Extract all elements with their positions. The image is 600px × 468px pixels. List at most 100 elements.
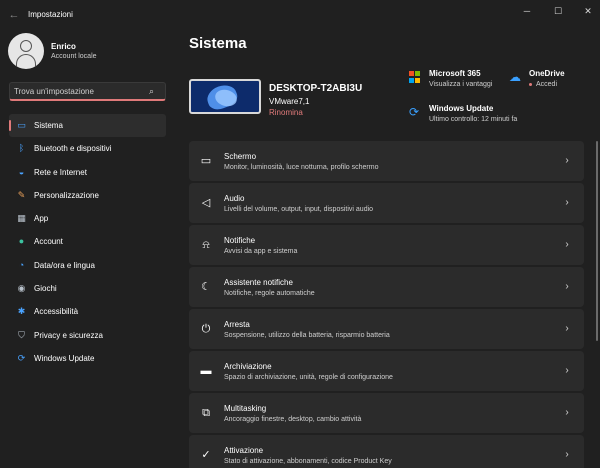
wifi-icon: ◒ — [18, 166, 25, 177]
setting-title: Arresta — [224, 320, 250, 329]
sidebar-item[interactable]: ✎ Personalizzazione — [9, 184, 166, 207]
sidebar-item[interactable]: ▦ App — [9, 207, 166, 230]
device-model: VMware7,1 — [269, 97, 310, 106]
sidebar-item[interactable]: ✱ Accessibilità — [9, 300, 166, 323]
moon-icon: ☾ — [201, 281, 211, 293]
microsoft-logo-square — [415, 71, 420, 76]
setting-card[interactable]: ▭ Schermo Monitor, luminosità, luce nottur… — [189, 141, 584, 181]
onedrive-title: OneDrive — [529, 69, 565, 78]
update-icon: ⟳ — [409, 105, 420, 119]
setting-card[interactable]: ⍾ Notifiche Avvisi da app e sistema › — [189, 225, 584, 265]
onedrive-link[interactable]: ☁ OneDrive Accedi — [509, 69, 600, 93]
chevron-right-icon: › — [565, 449, 569, 460]
chevron-right-icon: › — [565, 323, 569, 334]
sidebar-item[interactable]: ᛒ Bluetooth e dispositivi — [9, 137, 166, 160]
onedrive-signin-text: Accedi — [536, 81, 558, 88]
sidebar-item-label: Sistema — [34, 121, 63, 130]
setting-title: Audio — [224, 194, 245, 203]
setting-card[interactable]: ⏻ Arresta Sospensione, utilizzo della batt… — [189, 309, 584, 349]
sidebar-item-label: App — [34, 214, 49, 224]
setting-card[interactable]: ▬ Archiviazione Spazio di archiviazione, u… — [189, 351, 584, 391]
sidebar-item-label: Data/ora e lingua — [34, 260, 95, 270]
setting-card[interactable]: ☾ Assistente notifiche Notifiche, regole a… — [189, 267, 584, 307]
user-name: Enrico — [51, 42, 76, 51]
display-icon: ▭ — [200, 155, 212, 167]
setting-description: Ancoraggio finestre, desktop, cambio att… — [224, 416, 362, 423]
microsoft-365-subtitle: Visualizza i vantaggi — [429, 81, 493, 88]
onedrive-subtitle: Accedi — [529, 81, 557, 88]
system-icon: ▭ — [17, 120, 26, 130]
bluetooth-icon: ᛒ — [18, 143, 25, 154]
account-type: Account locale — [51, 53, 97, 60]
microsoft-logo-square — [415, 77, 420, 83]
microsoft-logo-square — [409, 71, 414, 76]
user-profile[interactable]: Enrico Account locale — [8, 33, 168, 73]
title-bar: ← Impostazioni ─ ☐ ✕ — [0, 0, 600, 30]
search-input[interactable] — [14, 85, 144, 98]
setting-description: Sospensione, utilizzo della batteria, ri… — [224, 332, 390, 339]
chevron-right-icon: › — [565, 407, 569, 418]
check-circle-icon: ✓ — [201, 449, 211, 461]
sidebar-item[interactable]: ⛉ Privacy e sicurezza — [9, 324, 166, 347]
settings-list: ▭ Schermo Monitor, luminosità, luce nottur… — [189, 141, 584, 468]
setting-description: Monitor, luminosità, luce notturna, prof… — [224, 164, 379, 171]
setting-card[interactable]: ⧉ Multitasking Ancoraggio finestre, deskto… — [189, 393, 584, 433]
multitasking-icon: ⧉ — [202, 407, 210, 419]
bell-icon: ⍾ — [202, 239, 210, 251]
microsoft-logo-icon — [409, 71, 421, 83]
sidebar-item[interactable]: ◒ Rete e Internet — [9, 161, 166, 184]
microsoft-logo-square — [409, 77, 414, 83]
maximize-button[interactable]: ☐ — [545, 4, 571, 18]
avatar — [8, 33, 44, 69]
rename-link[interactable]: Rinomina — [269, 108, 303, 117]
setting-title: Schermo — [224, 152, 257, 161]
cloud-icon: ☁ — [509, 70, 521, 84]
chevron-right-icon: › — [565, 239, 569, 250]
sidebar-nav: ▭ Sistema ᛒ Bluetooth e dispositivi ◒ Rete e … — [9, 114, 166, 370]
windows-update-subtitle: Ultimo controllo: 12 minuti fa — [429, 116, 518, 123]
setting-card[interactable]: ◁ Audio Livelli del volume, output, input,… — [189, 183, 584, 223]
update-icon: ⟳ — [17, 352, 26, 363]
account-icon: ● — [18, 236, 25, 247]
brush-icon: ✎ — [17, 189, 26, 200]
chevron-right-icon: › — [565, 365, 569, 376]
sidebar-item-label: Accessibilità — [34, 307, 79, 317]
sidebar-item[interactable]: ● Account — [9, 230, 166, 253]
chevron-right-icon: › — [565, 281, 569, 292]
back-arrow-icon[interactable]: ← — [7, 8, 21, 22]
sidebar-item[interactable]: ▭ Sistema — [9, 114, 166, 138]
minimize-button[interactable]: ─ — [514, 4, 540, 18]
search-icon[interactable]: ⌕ — [149, 86, 159, 96]
setting-card[interactable]: ✓ Attivazione Stato di attivazione, abbona… — [189, 435, 584, 468]
setting-description: Avvisi da app e sistema — [224, 248, 298, 255]
setting-description: Livelli del volume, output, input, dispo… — [224, 206, 374, 213]
settings-window: ← Impostazioni ─ ☐ ✕ Enrico Account loca… — [0, 0, 600, 468]
setting-title: Archiviazione — [224, 362, 272, 371]
sidebar-item-label: Account — [34, 237, 63, 247]
search-box[interactable]: ⌕ — [9, 82, 166, 101]
sidebar-item[interactable]: ◉ Giochi — [9, 277, 166, 300]
storage-icon: ▬ — [200, 365, 212, 377]
chevron-right-icon: › — [565, 155, 569, 166]
sidebar-item-label: Windows Update — [34, 353, 95, 363]
avatar-head-icon — [20, 40, 32, 52]
close-button[interactable]: ✕ — [575, 4, 600, 18]
sidebar-item-label: Giochi — [34, 284, 57, 294]
windows-update-link[interactable]: ⟳ Windows Update Ultimo controllo: 12 mi… — [409, 104, 529, 128]
sidebar-item[interactable]: ◔ Data/ora e lingua — [9, 254, 166, 277]
power-icon: ⏻ — [201, 323, 211, 335]
scrollbar[interactable] — [596, 141, 598, 341]
speaker-icon: ◁ — [201, 197, 211, 209]
sidebar-item-label: Rete e Internet — [34, 167, 87, 177]
desktop-wallpaper-thumbnail — [189, 79, 261, 114]
sidebar-item-label: Bluetooth e dispositivi — [34, 144, 112, 154]
windows-update-title: Windows Update — [429, 104, 494, 113]
setting-description: Spazio di archiviazione, unità, regole d… — [224, 374, 393, 381]
sidebar-item-label: Personalizzazione — [34, 190, 99, 200]
page-title: Sistema — [189, 35, 247, 52]
sidebar-item[interactable]: ⟳ Windows Update — [9, 347, 166, 370]
device-info: DESKTOP-T2ABI3U VMware7,1 Rinomina — [189, 79, 399, 119]
sidebar-item-label: Privacy e sicurezza — [34, 330, 103, 340]
setting-title: Notifiche — [224, 236, 256, 245]
setting-description: Stato di attivazione, abbonamenti, codic… — [224, 458, 392, 465]
